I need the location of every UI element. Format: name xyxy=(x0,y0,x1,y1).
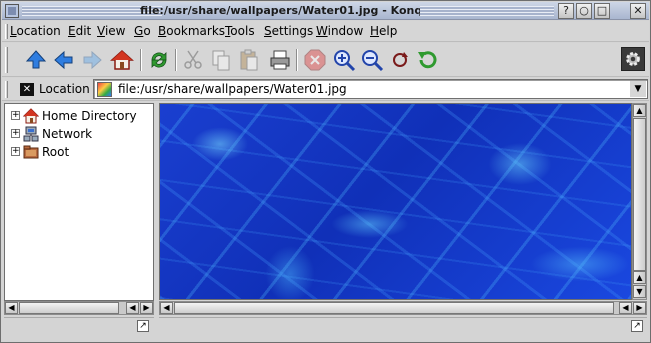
scroll-down-icon[interactable]: ▼ xyxy=(633,285,646,298)
stop-icon[interactable] xyxy=(303,48,327,72)
zoom-out-icon[interactable] xyxy=(360,48,384,72)
main-toolbar xyxy=(2,43,649,77)
scroll-right-icon[interactable]: ▶ xyxy=(140,302,153,314)
menu-tools[interactable]: Tools xyxy=(225,24,255,38)
menu-help[interactable]: Help xyxy=(370,24,397,38)
image-file-icon xyxy=(97,82,112,97)
window-menu-icon[interactable] xyxy=(5,4,19,18)
network-icon xyxy=(23,126,39,142)
expand-icon[interactable]: + xyxy=(11,129,20,138)
toolbar-separator xyxy=(296,49,298,71)
chevron-down-icon[interactable]: ▼ xyxy=(630,81,646,97)
scroll-left-icon[interactable]: ◀ xyxy=(160,302,173,314)
tree-label: Root xyxy=(42,145,70,159)
forward-icon[interactable] xyxy=(80,48,104,72)
expand-icon[interactable]: + xyxy=(11,111,20,120)
menu-bookmarks[interactable]: Bookmarks xyxy=(158,24,225,38)
reload-icon[interactable] xyxy=(147,48,171,72)
menu-edit[interactable]: Edit xyxy=(68,24,91,38)
scrollbar-thumb[interactable] xyxy=(633,118,646,271)
location-bar: ✕ Location file:/usr/share/wallpapers/Wa… xyxy=(2,78,649,101)
title-stripe-right xyxy=(420,6,554,16)
copy-icon[interactable] xyxy=(209,48,233,72)
close-button[interactable]: ✕ xyxy=(630,3,646,19)
undo-icon[interactable] xyxy=(415,48,439,72)
sidebar-horizontal-scrollbar[interactable]: ◀ ◀ ▶ xyxy=(4,301,154,315)
scroll-up-icon[interactable]: ▲ xyxy=(633,271,646,284)
location-input[interactable]: file:/usr/share/wallpapers/Water01.jpg ▼ xyxy=(93,79,648,99)
tree-label: Home Directory xyxy=(42,109,137,123)
menu-go[interactable]: Go xyxy=(134,24,151,38)
menu-settings[interactable]: Settings xyxy=(264,24,313,38)
rotate-icon[interactable] xyxy=(388,48,412,72)
root-folder-icon xyxy=(23,144,39,160)
menu-view[interactable]: View xyxy=(97,24,125,38)
expand-icon[interactable]: + xyxy=(11,147,20,156)
scroll-left-icon[interactable]: ◀ xyxy=(5,302,18,314)
main-vertical-scrollbar[interactable]: ▲ ▲ ▼ xyxy=(632,103,647,300)
scroll-left-icon[interactable]: ◀ xyxy=(126,302,139,314)
help-button[interactable]: ? xyxy=(558,3,574,19)
cut-icon[interactable] xyxy=(181,48,205,72)
menu-window[interactable]: Window xyxy=(316,24,363,38)
scroll-right-icon[interactable]: ▶ xyxy=(633,302,646,314)
main-horizontal-scrollbar[interactable]: ◀ ◀ ▶ xyxy=(159,301,647,315)
konqueror-window: file:/usr/share/wallpapers/Water01.jpg -… xyxy=(0,0,651,343)
home-icon[interactable] xyxy=(110,48,134,72)
location-label: Location xyxy=(39,82,90,96)
scrollbar-thumb[interactable] xyxy=(19,302,119,314)
toolbar-separator xyxy=(175,49,177,71)
zoom-in-icon[interactable] xyxy=(332,48,356,72)
scroll-left-icon[interactable]: ◀ xyxy=(619,302,632,314)
link-view-icon[interactable]: ↗ xyxy=(631,320,643,332)
maximize-button[interactable]: □ xyxy=(594,3,610,19)
paste-icon[interactable] xyxy=(237,48,261,72)
toolbar-grip[interactable] xyxy=(5,47,8,73)
throbber-gear-icon[interactable] xyxy=(621,47,645,71)
back-icon[interactable] xyxy=(52,48,76,72)
home-folder-icon xyxy=(22,108,40,124)
scroll-up-icon[interactable]: ▲ xyxy=(633,104,646,117)
locationbar-grip[interactable] xyxy=(5,81,8,98)
image-view-water[interactable] xyxy=(159,103,632,300)
link-view-icon[interactable]: ↗ xyxy=(137,320,149,332)
up-icon[interactable] xyxy=(24,48,48,72)
location-url[interactable]: file:/usr/share/wallpapers/Water01.jpg xyxy=(118,82,347,96)
clear-location-icon[interactable]: ✕ xyxy=(20,83,34,96)
tree-label: Network xyxy=(42,127,93,141)
navigation-panel: + Home Directory + Network + Root xyxy=(4,103,154,301)
scrollbar-thumb[interactable] xyxy=(174,302,614,314)
menubar-grip[interactable] xyxy=(5,24,8,39)
print-icon[interactable] xyxy=(268,48,292,72)
title-bar[interactable]: file:/usr/share/wallpapers/Water01.jpg -… xyxy=(2,2,649,20)
minimize-button[interactable]: ○ xyxy=(576,3,592,19)
toolbar-separator xyxy=(140,49,142,71)
menu-bar: Location Edit View Go Bookmarks Tools Se… xyxy=(2,21,649,42)
menu-location[interactable]: Location xyxy=(10,24,61,38)
main-status-bar: ↗ xyxy=(159,317,647,333)
sidebar-status-bar: ↗ xyxy=(4,317,154,333)
